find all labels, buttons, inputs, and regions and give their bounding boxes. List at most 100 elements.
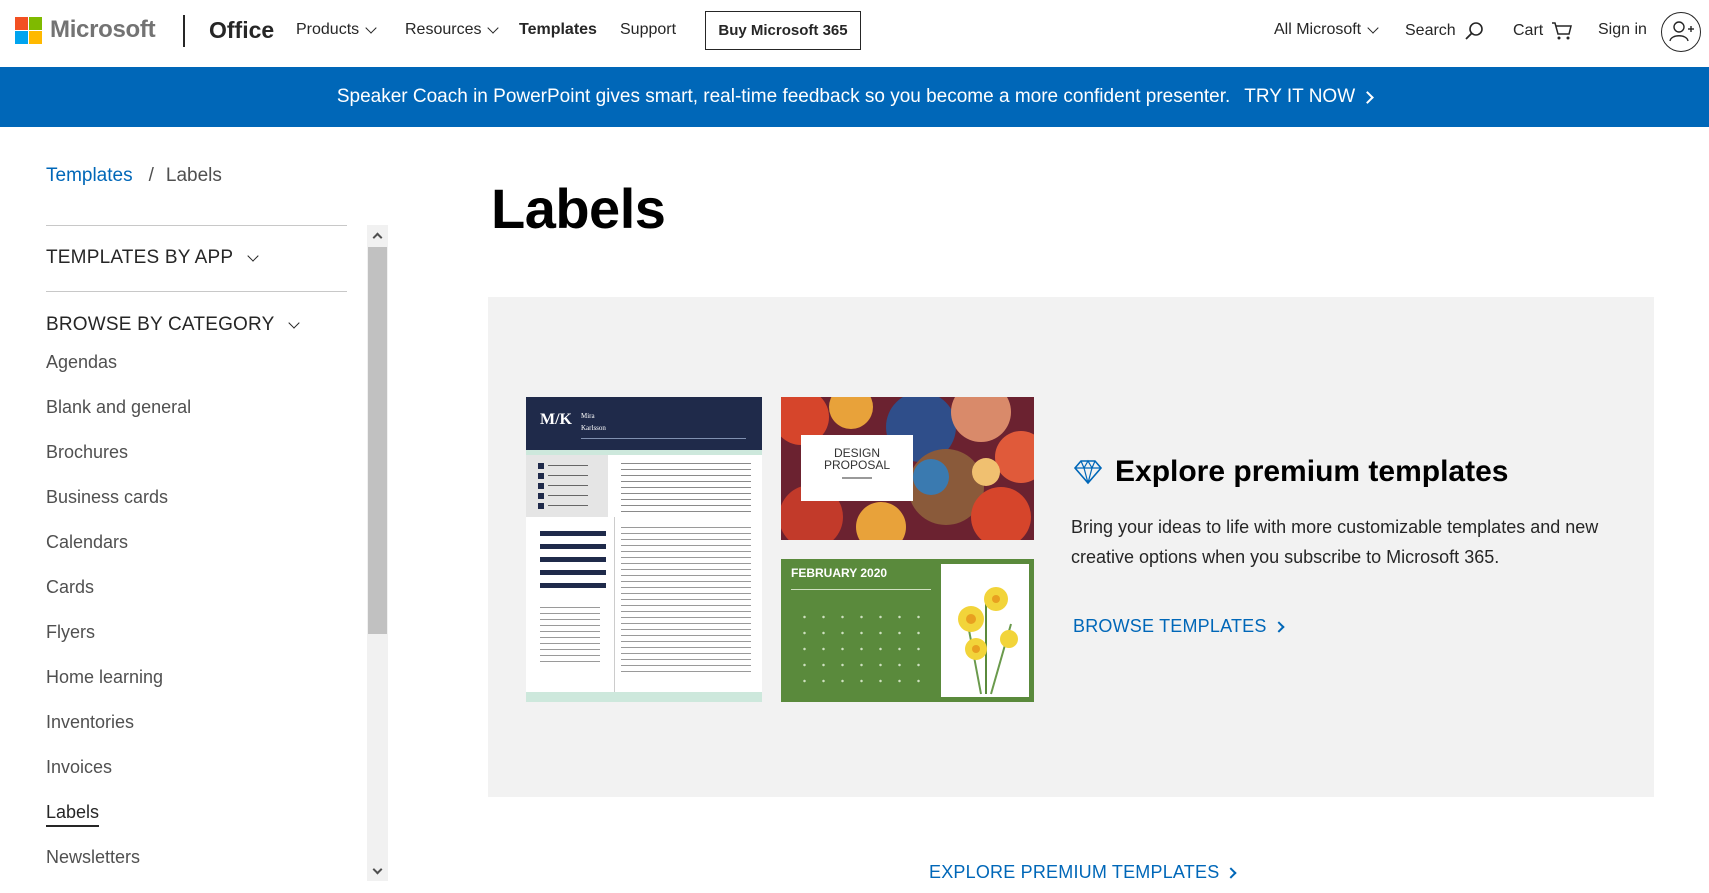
- cart-label: Cart: [1513, 22, 1544, 39]
- category-item-agendas[interactable]: Agendas: [46, 352, 191, 397]
- design-proposal-template-thumbnail[interactable]: DESIGN PROPOSAL: [781, 397, 1034, 540]
- promo-banner: Speaker Coach in PowerPoint gives smart,…: [0, 67, 1709, 127]
- category-item-home-learning[interactable]: Home learning: [46, 667, 191, 712]
- chevron-down-icon: [487, 22, 500, 34]
- scroll-down-button[interactable]: [367, 861, 388, 881]
- resume-about-text: [621, 463, 751, 513]
- diamond-icon: [1073, 459, 1103, 485]
- nav-support-label: Support: [620, 21, 677, 38]
- sidebar-divider: [46, 225, 347, 226]
- resume-contact-block: [526, 455, 608, 517]
- category-item-blank-and-general[interactable]: Blank and general: [46, 397, 191, 442]
- calendar-flower-panel: [941, 564, 1029, 697]
- daffodil-illustration: [958, 587, 1018, 695]
- category-item-cards[interactable]: Cards: [46, 577, 191, 622]
- browse-by-category-toggle[interactable]: BROWSE BY CATEGORY: [46, 314, 301, 336]
- explore-premium-templates-link[interactable]: EXPLORE PREMIUM TEMPLATES: [929, 862, 1238, 883]
- account-avatar[interactable]: [1661, 12, 1701, 52]
- browse-by-category-label: BROWSE BY CATEGORY: [46, 314, 275, 335]
- templates-by-app-toggle[interactable]: TEMPLATES BY APP: [46, 247, 259, 269]
- nav-products[interactable]: Products: [296, 21, 377, 39]
- search-icon: [1465, 22, 1483, 40]
- promo-heading: Explore premium templates: [1073, 455, 1508, 489]
- nav-resources[interactable]: Resources: [405, 21, 500, 39]
- chevron-down-icon: [288, 316, 301, 329]
- cart-button[interactable]: Cart: [1513, 21, 1573, 41]
- banner-text: Speaker Coach in PowerPoint gives smart,…: [336, 86, 1231, 107]
- all-microsoft-menu[interactable]: All Microsoft: [1274, 21, 1379, 39]
- chevron-up-icon: [372, 232, 383, 242]
- chevron-right-icon: [1361, 90, 1375, 104]
- category-label: Labels: [46, 802, 100, 827]
- category-item-newsletters[interactable]: Newsletters: [46, 847, 191, 881]
- browse-templates-link[interactable]: BROWSE TEMPLATES: [1073, 616, 1285, 637]
- category-sidebar: TEMPLATES BY APP BROWSE BY CATEGORY Agen…: [46, 225, 388, 881]
- sign-in-label: Sign in: [1598, 21, 1647, 38]
- nav-templates[interactable]: Templates: [519, 21, 597, 39]
- sidebar-scrollbar[interactable]: [367, 225, 388, 881]
- resume-experience-text: [621, 527, 751, 677]
- chevron-right-icon: [1225, 866, 1238, 879]
- category-item-invoices[interactable]: Invoices: [46, 757, 191, 802]
- nav-resources-label: Resources: [405, 21, 482, 38]
- scroll-up-button[interactable]: [367, 225, 388, 245]
- category-label: Home learning: [46, 667, 164, 687]
- templates-by-app-label: TEMPLATES BY APP: [46, 247, 234, 268]
- category-item-flyers[interactable]: Flyers: [46, 622, 191, 667]
- browse-templates-label: BROWSE TEMPLATES: [1073, 616, 1267, 636]
- resume-header-band: M/K Mira Karlsson: [526, 397, 762, 450]
- site-header: Microsoft Office Products Resources Temp…: [0, 0, 1709, 67]
- explore-premium-templates-label: EXPLORE PREMIUM TEMPLATES: [929, 862, 1220, 882]
- chevron-down-icon: [365, 22, 377, 34]
- search-label: Search: [1405, 22, 1456, 39]
- try-it-now-label: TRY IT NOW: [1244, 86, 1356, 107]
- try-it-now-link[interactable]: TRY IT NOW: [1244, 86, 1375, 108]
- buy-microsoft-365-button[interactable]: Buy Microsoft 365: [705, 11, 861, 50]
- chevron-down-icon: [247, 249, 259, 262]
- nav-support[interactable]: Support: [620, 21, 676, 39]
- microsoft-logo[interactable]: Microsoft: [15, 16, 156, 44]
- scrollbar-thumb[interactable]: [368, 247, 387, 634]
- category-label: Calendars: [46, 532, 129, 552]
- microsoft-wordmark: Microsoft: [50, 16, 156, 43]
- cart-icon: [1552, 22, 1573, 40]
- category-label: Newsletters: [46, 847, 141, 867]
- chevron-right-icon: [1272, 620, 1285, 633]
- breadcrumb-current: Labels: [165, 165, 222, 186]
- category-item-brochures[interactable]: Brochures: [46, 442, 191, 487]
- breadcrumb-separator: /: [148, 165, 154, 186]
- category-label: Flyers: [46, 622, 95, 642]
- resume-rule: [581, 438, 746, 439]
- category-item-calendars[interactable]: Calendars: [46, 532, 191, 577]
- proposal-title-line2: PROPOSAL: [823, 458, 891, 472]
- office-home-link[interactable]: Office: [209, 17, 274, 44]
- resume-contact-icons: [538, 463, 544, 513]
- category-item-inventories[interactable]: Inventories: [46, 712, 191, 757]
- sidebar-divider: [46, 291, 347, 292]
- page-title: Labels: [491, 177, 666, 240]
- proposal-subtitle-line: [842, 477, 872, 479]
- category-label: Blank and general: [46, 397, 192, 417]
- all-microsoft-label: All Microsoft: [1274, 21, 1362, 38]
- category-label: Invoices: [46, 757, 113, 777]
- resume-education-text: [540, 607, 600, 665]
- nav-templates-label: Templates: [519, 21, 597, 38]
- category-list: Agendas Blank and general Brochures Busi…: [46, 352, 191, 881]
- search-button[interactable]: Search: [1405, 21, 1484, 41]
- promo-title: Explore premium templates: [1115, 455, 1509, 488]
- breadcrumb-templates-link[interactable]: Templates: [46, 165, 133, 187]
- calendar-template-thumbnail[interactable]: FEBRUARY 2020: [781, 559, 1034, 702]
- category-label: Brochures: [46, 442, 129, 462]
- resume-contact-lines: [548, 465, 588, 511]
- resume-footer-strip: [526, 692, 762, 702]
- resume-template-thumbnail[interactable]: M/K Mira Karlsson: [526, 397, 762, 702]
- proposal-title-card: DESIGN PROPOSAL: [801, 435, 913, 501]
- resume-skill-bars: [540, 531, 606, 593]
- sign-in-link[interactable]: Sign in: [1598, 21, 1647, 39]
- calendar-header-rule: [791, 589, 931, 590]
- category-item-labels[interactable]: Labels: [46, 802, 191, 847]
- resume-first-name: Mira: [581, 412, 595, 420]
- calendar-month-title: FEBRUARY 2020: [791, 566, 888, 580]
- category-item-business-cards[interactable]: Business cards: [46, 487, 191, 532]
- category-label: Agendas: [46, 352, 118, 372]
